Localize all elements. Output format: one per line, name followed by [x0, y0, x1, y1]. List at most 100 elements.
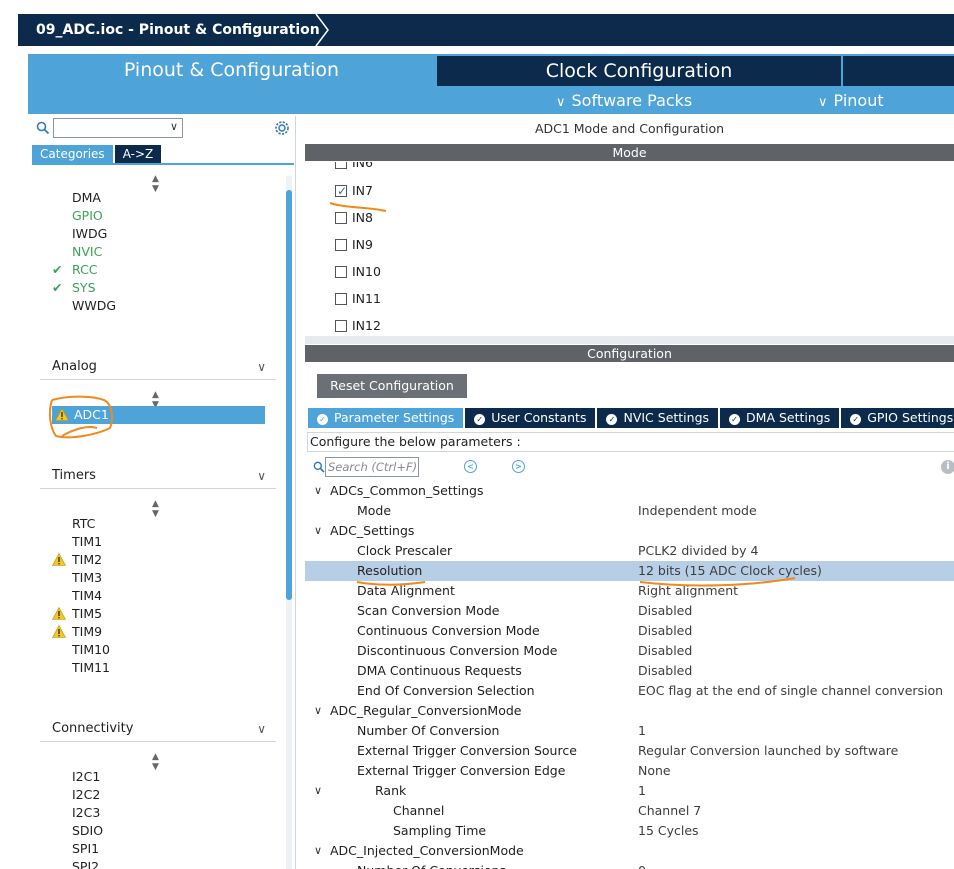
scroll-up-icon[interactable]: ▲ ▼ [152, 752, 159, 772]
section-connectivity[interactable]: Connectivity ∨ [40, 718, 276, 742]
parameter-value[interactable]: Independent mode [638, 501, 757, 521]
tree-item-wwdg[interactable]: WWDG [72, 297, 116, 315]
software-packs-menu[interactable]: ∨ Software Packs [556, 87, 692, 114]
section-analog[interactable]: Analog ∨ [40, 356, 276, 380]
splitter[interactable] [305, 336, 954, 344]
parameter-row[interactable]: Resolution 12 bits (15 ADC Clock cycles) [305, 561, 954, 581]
parameter-row[interactable]: Sampling Time 15 Cycles [305, 821, 954, 841]
scroll-up-icon[interactable]: ▲ ▼ [152, 499, 159, 519]
parameter-row[interactable]: DMA Continuous Requests Disabled [305, 661, 954, 681]
checkbox-in6[interactable]: IN6 [335, 162, 373, 172]
search-previous-icon[interactable]: < [464, 460, 477, 473]
scroll-up-icon[interactable]: ▲ ▼ [152, 174, 159, 194]
tab-project-manager[interactable] [843, 56, 954, 86]
tree-item-i2c1[interactable]: I2C1 [72, 768, 100, 786]
chevron-down-icon[interactable]: ∨ [314, 521, 322, 541]
tab-parameter-settings[interactable]: ✓ Parameter Settings [308, 408, 464, 428]
tree-item-tim10[interactable]: TIM10 [72, 641, 110, 659]
parameter-value[interactable]: 1 [638, 781, 646, 801]
tree-item-iwdg[interactable]: IWDG [72, 225, 107, 243]
tab-gpio-settings[interactable]: ✓ GPIO Settings [841, 408, 954, 428]
parameter-value[interactable]: Right alignment [638, 581, 738, 601]
parameter-group-row[interactable]: ∨ ADC_Regular_ConversionMode [305, 701, 954, 721]
parameter-value[interactable]: 12 bits (15 ADC Clock cycles) [638, 561, 822, 581]
parameter-row[interactable]: Mode Independent mode [305, 501, 954, 521]
tree-item-nvic[interactable]: NVIC [72, 243, 102, 261]
parameter-value[interactable]: Disabled [638, 661, 692, 681]
chevron-down-icon[interactable]: ∨ [314, 841, 322, 861]
tree-item-sys[interactable]: ✔ SYS [52, 279, 96, 297]
parameter-value[interactable]: Disabled [638, 601, 692, 621]
parameter-value[interactable]: EOC flag at the end of single channel co… [638, 681, 943, 701]
tree-item-tim1[interactable]: TIM1 [72, 533, 102, 551]
tree-item-spi1[interactable]: SPI1 [72, 840, 99, 858]
tree-item-rcc[interactable]: ✔ RCC [52, 261, 98, 279]
tab-user-constants[interactable]: ✓ User Constants [465, 408, 596, 428]
search-next-icon[interactable]: > [512, 460, 525, 473]
tab-dma-settings[interactable]: ✓ DMA Settings [720, 408, 840, 428]
pinout-menu[interactable]: ∨ Pinout [818, 87, 884, 114]
checkbox-in10[interactable]: IN10 [335, 263, 381, 281]
parameter-row[interactable]: Number Of Conversion 1 [305, 721, 954, 741]
parameter-search-input[interactable]: Search (Ctrl+F) [325, 457, 419, 477]
parameter-value[interactable]: Disabled [638, 641, 692, 661]
parameter-row[interactable]: Continuous Conversion Mode Disabled [305, 621, 954, 641]
parameter-group-row[interactable]: ∨ ADCs_Common_Settings [305, 481, 954, 501]
checkbox-in11[interactable]: IN11 [335, 290, 381, 308]
checkbox-in7[interactable]: IN7 [335, 182, 373, 200]
tree-item-tim3[interactable]: TIM3 [72, 569, 102, 587]
gear-icon[interactable] [273, 119, 291, 137]
checkbox-in9[interactable]: IN9 [335, 236, 373, 254]
tree-item-tim9[interactable]: TIM9 [52, 623, 102, 641]
component-search-combo[interactable]: ∨ [53, 118, 183, 138]
parameter-value[interactable]: 1 [638, 721, 646, 741]
section-timers[interactable]: Timers ∨ [40, 465, 276, 489]
tree-item-i2c2[interactable]: I2C2 [72, 786, 100, 804]
parameter-row[interactable]: External Trigger Conversion Source Regula… [305, 741, 954, 761]
chevron-down-icon[interactable]: ∨ [314, 701, 322, 721]
parameter-value[interactable]: Disabled [638, 621, 692, 641]
parameter-row[interactable]: External Trigger Conversion Edge None [305, 761, 954, 781]
parameter-row[interactable]: ∨ Rank 1 [305, 781, 954, 801]
chevron-down-icon[interactable]: ∨ [314, 481, 322, 501]
parameter-value[interactable]: Channel 7 [638, 801, 701, 821]
parameter-value[interactable]: PCLK2 divided by 4 [638, 541, 758, 561]
tree-item-tim4[interactable]: TIM4 [72, 587, 102, 605]
chevron-down-icon: ∨ [257, 360, 266, 374]
tab-clock-configuration[interactable]: Clock Configuration [437, 56, 841, 86]
tree-item-adc1[interactable]: ADC1 [52, 406, 265, 424]
parameter-group-row[interactable]: ∨ ADC_Injected_ConversionMode [305, 841, 954, 861]
parameter-value[interactable]: Regular Conversion launched by software [638, 741, 898, 761]
parameter-group-row[interactable]: ∨ ADC_Settings [305, 521, 954, 541]
tree-item-spi2[interactable]: SPI2 [72, 858, 99, 869]
reset-configuration-button[interactable]: Reset Configuration [317, 374, 467, 398]
parameter-row[interactable]: End Of Conversion Selection EOC flag at t… [305, 681, 954, 701]
parameter-value[interactable]: 0 [638, 861, 646, 869]
tree-item-tim2[interactable]: TIM2 [52, 551, 102, 569]
parameter-row[interactable]: Data Alignment Right alignment [305, 581, 954, 601]
tab-nvic-settings[interactable]: ✓ NVIC Settings [597, 408, 719, 428]
scrollbar-thumb[interactable] [286, 190, 292, 600]
tab-pinout-configuration[interactable]: Pinout & Configuration [28, 54, 435, 86]
tree-item-i2c3[interactable]: I2C3 [72, 804, 100, 822]
info-icon[interactable]: i [941, 460, 954, 474]
checkbox-in8[interactable]: IN8 [335, 209, 373, 227]
checkbox-in12[interactable]: IN12 [335, 317, 381, 335]
tree-item-tim11[interactable]: TIM11 [72, 659, 110, 677]
tree-item-tim5[interactable]: TIM5 [52, 605, 102, 623]
chevron-down-icon[interactable]: ∨ [314, 781, 322, 801]
tree-item-rtc[interactable]: RTC [72, 515, 95, 533]
tab-a-to-z[interactable]: A->Z [114, 145, 162, 163]
tree-item-dma[interactable]: DMA [72, 189, 101, 207]
parameter-row[interactable]: Number Of Conversions 0 [305, 861, 954, 869]
parameter-value[interactable]: None [638, 761, 671, 781]
parameter-row[interactable]: Discontinuous Conversion Mode Disabled [305, 641, 954, 661]
parameter-value[interactable]: 15 Cycles [638, 821, 699, 841]
parameter-row[interactable]: Scan Conversion Mode Disabled [305, 601, 954, 621]
tree-item-sdio[interactable]: SDIO [72, 822, 103, 840]
tree-item-gpio[interactable]: GPIO [72, 207, 103, 225]
breadcrumb[interactable]: 09_ADC.ioc - Pinout & Configuration [18, 14, 320, 46]
parameter-row[interactable]: Channel Channel 7 [305, 801, 954, 821]
tab-categories[interactable]: Categories [32, 145, 113, 163]
parameter-row[interactable]: Clock Prescaler PCLK2 divided by 4 [305, 541, 954, 561]
